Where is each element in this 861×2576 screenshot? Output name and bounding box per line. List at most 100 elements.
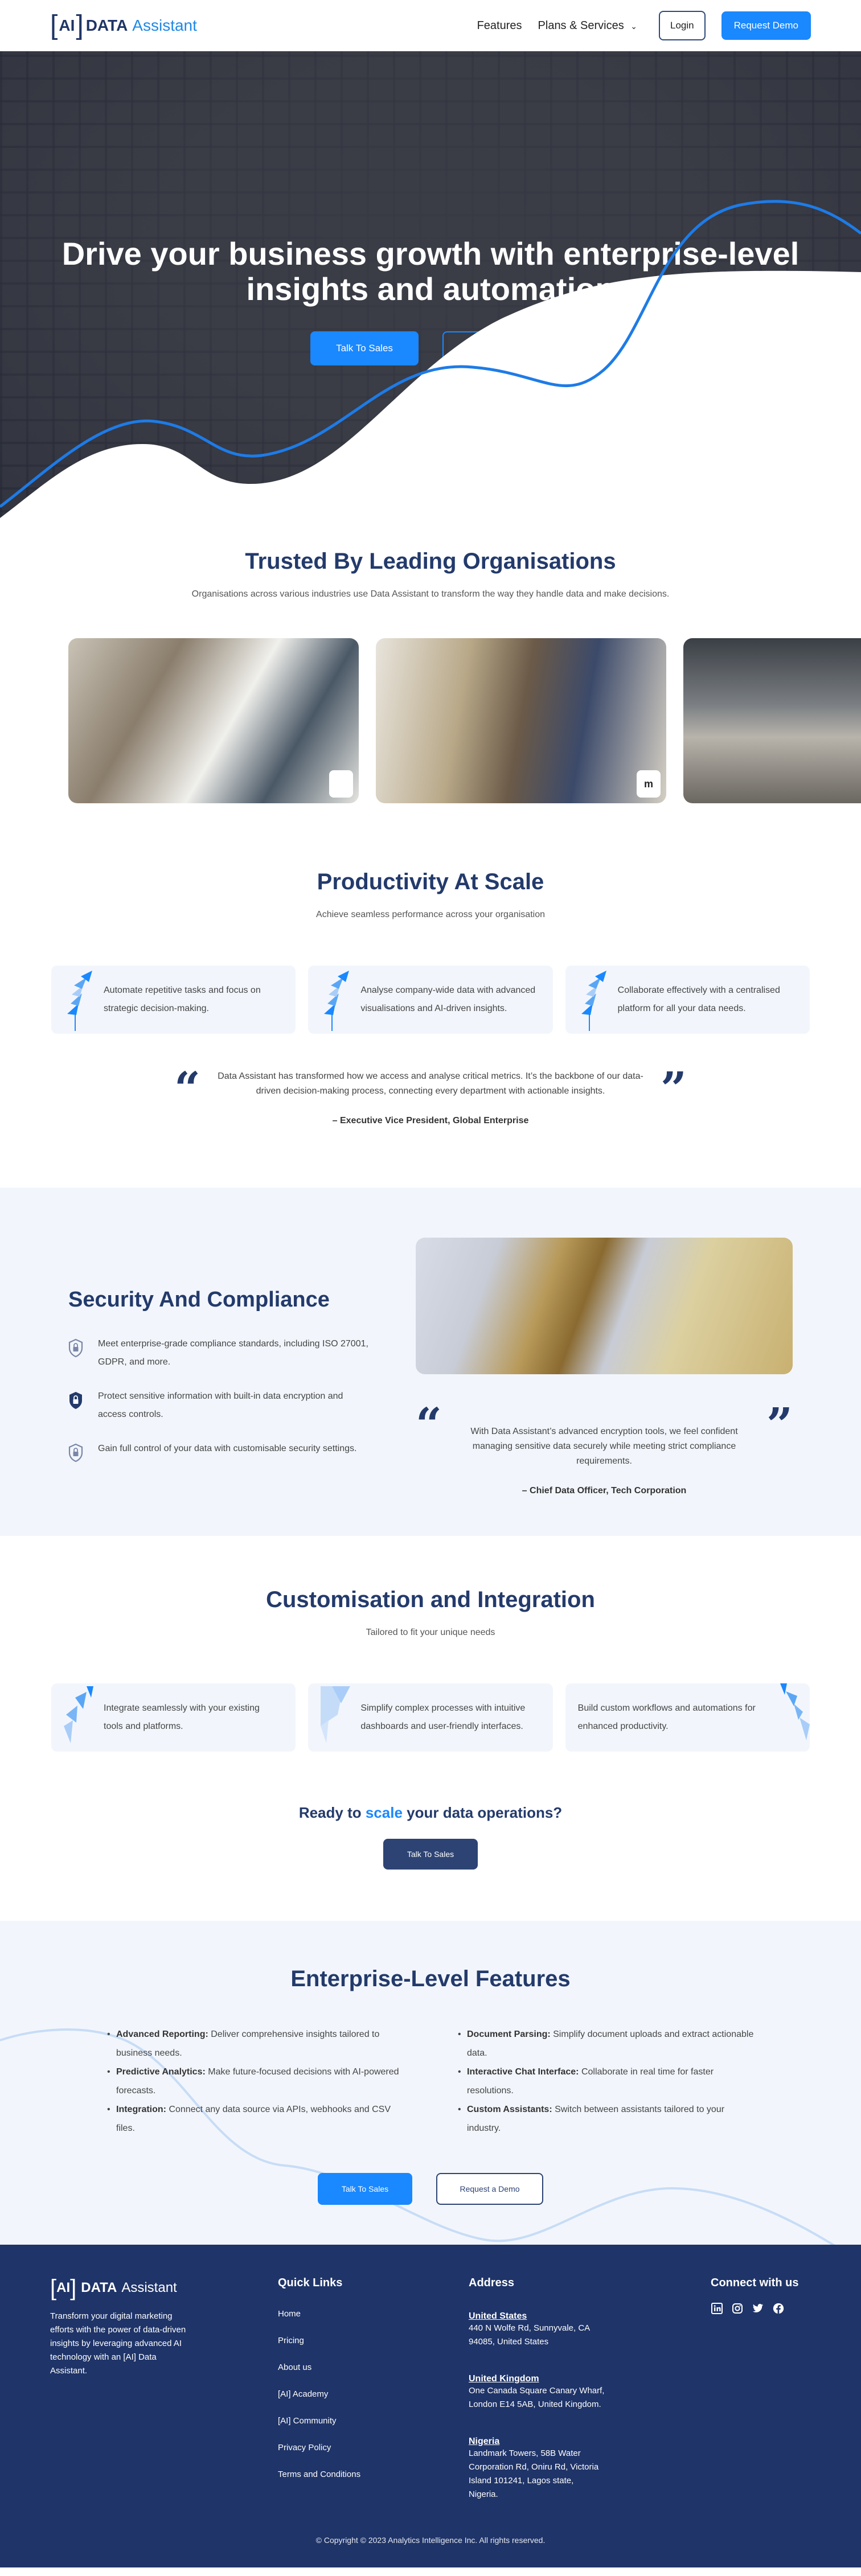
trusted-section: Trusted By Leading Organisations Organis…	[0, 535, 861, 803]
logo-assistant: Assistant	[121, 2280, 177, 2295]
ready-heading-prefix: Ready to	[298, 1804, 366, 1821]
login-button[interactable]: Login	[659, 11, 706, 40]
security-item: Protect sensitive information with built…	[68, 1387, 370, 1424]
talk-to-sales-button[interactable]: Talk To Sales	[383, 1839, 478, 1870]
footer-link-academy[interactable]: [AI] Academy	[278, 2389, 469, 2399]
enterprise-feature: Advanced Reporting: Deliver comprehensiv…	[107, 2025, 403, 2063]
security-section: Security And Compliance Meet enterprise-…	[0, 1188, 861, 1536]
facebook-icon[interactable]	[772, 2302, 785, 2315]
feature-card-text: Automate repetitive tasks and focus on s…	[104, 985, 261, 1013]
feature-card-text: Build custom workflows and automations f…	[577, 1703, 756, 1731]
logo-data: DATA	[81, 2280, 117, 2295]
security-title: Security And Compliance	[68, 1288, 330, 1312]
feature-term: Document Parsing:	[467, 2029, 551, 2039]
growth-arrow-icon	[324, 971, 350, 1031]
ready-heading-highlight: scale	[365, 1804, 403, 1821]
address-lines: One Canada Square Canary Wharf, London E…	[469, 2386, 605, 2409]
feature-card-text: Integrate seamlessly with your existing …	[104, 1703, 260, 1731]
productivity-section: Productivity At Scale Achieve seamless p…	[0, 803, 861, 1126]
security-item-text: Gain full control of your data with cust…	[98, 1444, 357, 1453]
logo-bracket-open: [	[50, 2275, 57, 2300]
site-footer: [ AI ] DATA Assistant Transform your dig…	[0, 2245, 861, 2567]
address-country-link[interactable]: Nigeria	[469, 2437, 499, 2446]
footer-link-privacy[interactable]: Privacy Policy	[278, 2443, 469, 2452]
quote-close-icon: ”	[766, 1398, 793, 1451]
shield-lock-icon	[68, 1443, 83, 1462]
address-lines: 440 N Wolfe Rd, Sunnyvale, CA 94085, Uni…	[469, 2323, 590, 2347]
footer-link-about[interactable]: About us	[278, 2363, 469, 2372]
trusted-photo-carousel[interactable]: m	[0, 638, 861, 803]
main-nav: Features Plans & Services ⌄ Login Reques…	[477, 11, 811, 40]
customisation-cards: Integrate seamlessly with your existing …	[0, 1683, 861, 1752]
feature-term: Interactive Chat Interface:	[467, 2067, 579, 2077]
feature-card: Integrate seamlessly with your existing …	[51, 1683, 296, 1752]
enterprise-title: Enterprise-Level Features	[290, 1966, 571, 1991]
quick-links-title: Quick Links	[278, 2277, 343, 2289]
enterprise-feature-list-right: Document Parsing: Simplify document uplo…	[458, 2025, 754, 2138]
enterprise-feature: Predictive Analytics: Make future-focuse…	[107, 2063, 403, 2100]
growth-arrow-icon	[581, 971, 606, 1031]
footer-link-pricing[interactable]: Pricing	[278, 2336, 469, 2345]
security-item-text: Protect sensitive information with built…	[98, 1391, 343, 1419]
ready-cta: Ready to scale your data operations? Tal…	[0, 1804, 861, 1870]
request-demo-button[interactable]: Request Demo	[721, 11, 811, 40]
enterprise-section: Enterprise-Level Features Advanced Repor…	[0, 1921, 861, 2245]
footer-columns: [ AI ] DATA Assistant Transform your dig…	[50, 2277, 811, 2501]
logo-assistant: Assistant	[132, 17, 197, 34]
nav-plans-services[interactable]: Plans & Services ⌄	[538, 19, 637, 32]
address-country-link[interactable]: United States	[469, 2311, 527, 2321]
talk-to-sales-button[interactable]: Talk To Sales	[318, 2173, 412, 2205]
connect-title: Connect with us	[711, 2277, 799, 2289]
footer-brand: [ AI ] DATA Assistant Transform your dig…	[50, 2277, 278, 2501]
customisation-subtitle: Tailored to fit your unique needs	[366, 1628, 495, 1637]
enterprise-feature: Document Parsing: Simplify document uplo…	[458, 2025, 754, 2063]
productivity-subtitle: Achieve seamless performance across your…	[316, 910, 545, 919]
footer-quick-links: Quick Links Home Pricing About us [AI] A…	[278, 2277, 469, 2501]
feature-card-text: Analyse company-wide data with advanced …	[360, 985, 536, 1013]
feature-term: Predictive Analytics:	[116, 2067, 206, 2077]
logo-bracket-open: [	[50, 10, 58, 40]
footer-link-home[interactable]: Home	[278, 2309, 469, 2319]
enterprise-feature: Custom Assistants: Switch between assist…	[458, 2100, 754, 2138]
logo-bracket-close: ]	[70, 2275, 77, 2300]
feature-card: Analyse company-wide data with advanced …	[308, 966, 553, 1034]
quote-open-icon: “	[416, 1398, 442, 1451]
enterprise-feature-lists: Advanced Reporting: Deliver comprehensiv…	[0, 2025, 861, 2138]
social-links	[711, 2302, 811, 2315]
security-item-text: Meet enterprise-grade compliance standar…	[98, 1339, 368, 1367]
hero-wave-decoration	[0, 200, 861, 535]
footer-link-community[interactable]: [AI] Community	[278, 2416, 469, 2426]
trusted-title: Trusted By Leading Organisations	[245, 549, 616, 574]
logo-ai: AI	[56, 2280, 71, 2295]
logo-data: DATA	[85, 17, 128, 34]
request-a-demo-button[interactable]: Request a Demo	[436, 2173, 543, 2205]
arrow-decoration-icon	[64, 1686, 93, 1743]
feature-card-text: Collaborate effectively with a centralis…	[617, 985, 780, 1013]
customisation-title: Customisation and Integration	[266, 1587, 595, 1612]
nav-features[interactable]: Features	[477, 19, 522, 32]
security-item: Gain full control of your data with cust…	[68, 1440, 370, 1462]
ready-heading-suffix: your data operations?	[402, 1804, 563, 1821]
padlock-keyboard-image	[416, 1238, 793, 1374]
feature-card-text: Simplify complex processes with intuitiv…	[360, 1703, 526, 1731]
security-item: Meet enterprise-grade compliance standar…	[68, 1335, 370, 1371]
hero-section: Drive your business growth with enterpri…	[0, 51, 861, 535]
testimonial-quote: With Data Assistant’s advanced encryptio…	[470, 1427, 738, 1466]
twitter-icon[interactable]	[752, 2302, 764, 2315]
trusted-photo: m	[376, 638, 666, 803]
arrow-decoration-icon	[321, 1686, 351, 1743]
customisation-section: Customisation and Integration Tailored t…	[0, 1536, 861, 1870]
testimonial-author: – Executive Vice President, Global Enter…	[332, 1116, 529, 1125]
testimonial-quote: Data Assistant has transformed how we ac…	[218, 1071, 643, 1096]
feature-card: Automate repetitive tasks and focus on s…	[51, 966, 296, 1034]
testimonial: “ ” Data Assistant has transformed how w…	[174, 1062, 687, 1126]
linkedin-icon[interactable]	[711, 2302, 723, 2315]
logo[interactable]: [ AI ] DATA Assistant	[50, 12, 197, 39]
instagram-icon[interactable]	[731, 2302, 744, 2315]
footer-link-terms[interactable]: Terms and Conditions	[278, 2470, 469, 2479]
address-country-link[interactable]: United Kingdom	[469, 2374, 539, 2384]
address-title: Address	[469, 2277, 515, 2289]
client-logo-badge	[329, 770, 353, 798]
footer-logo[interactable]: [ AI ] DATA Assistant	[50, 2277, 278, 2299]
quote-open-icon: “	[174, 1062, 201, 1115]
